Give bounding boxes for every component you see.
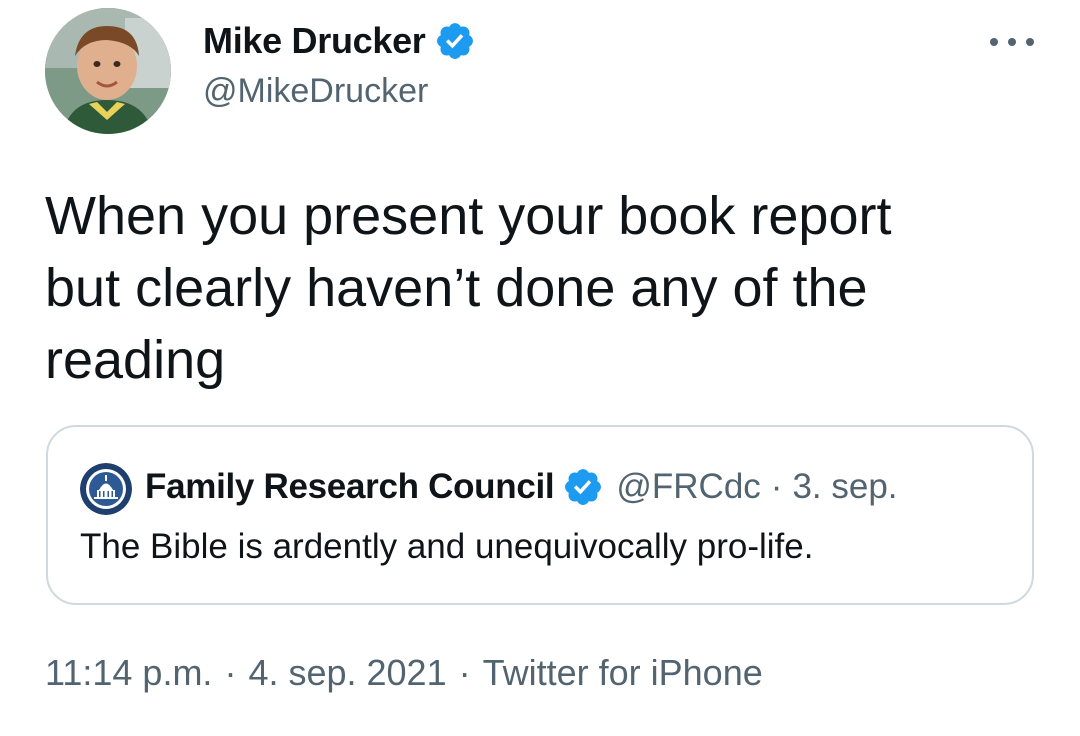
tweet-date[interactable]: 4. sep. 2021 xyxy=(248,652,446,694)
verified-badge-icon xyxy=(436,23,473,59)
separator-dot: · xyxy=(224,652,237,693)
more-dot xyxy=(990,38,998,46)
more-dot xyxy=(1026,38,1034,46)
tweet-source[interactable]: Twitter for iPhone xyxy=(483,652,763,694)
tweet-card: Mike Drucker @MikeDrucker When you prese… xyxy=(0,0,1080,736)
capitol-dome-logo-icon xyxy=(80,463,132,515)
author-avatar[interactable] xyxy=(45,8,171,134)
separator-dot: · xyxy=(770,467,783,506)
tweet-text: When you present your book report but cl… xyxy=(45,186,892,390)
quoted-tweet[interactable]: Family Research Council @FRCdc · 3. sep.… xyxy=(46,425,1034,605)
child-photo-avatar-icon xyxy=(45,8,171,134)
quoted-tweet-text: The Bible is ardently and unequivocally … xyxy=(80,527,814,566)
author-display-name[interactable]: Mike Drucker xyxy=(203,20,426,62)
author-name-row: Mike Drucker xyxy=(203,18,476,64)
author-handle[interactable]: @MikeDrucker xyxy=(203,72,428,111)
quoted-tweet-date[interactable]: 3. sep. xyxy=(792,467,897,507)
tweet-meta: 11:14 p.m. · 4. sep. 2021 · Twitter for … xyxy=(45,652,763,694)
quoted-author-handle[interactable]: @FRCdc xyxy=(616,467,760,507)
separator-dot: · xyxy=(458,652,471,693)
verified-badge-icon xyxy=(565,469,602,505)
quoted-author-name[interactable]: Family Research Council xyxy=(145,467,555,507)
more-options-icon[interactable] xyxy=(990,22,1034,62)
quoted-author-avatar[interactable] xyxy=(80,463,132,515)
tweet-time[interactable]: 11:14 p.m. xyxy=(45,652,212,694)
quoted-tweet-header: Family Research Council @FRCdc · 3. sep. xyxy=(145,463,898,511)
more-dot xyxy=(1008,38,1016,46)
